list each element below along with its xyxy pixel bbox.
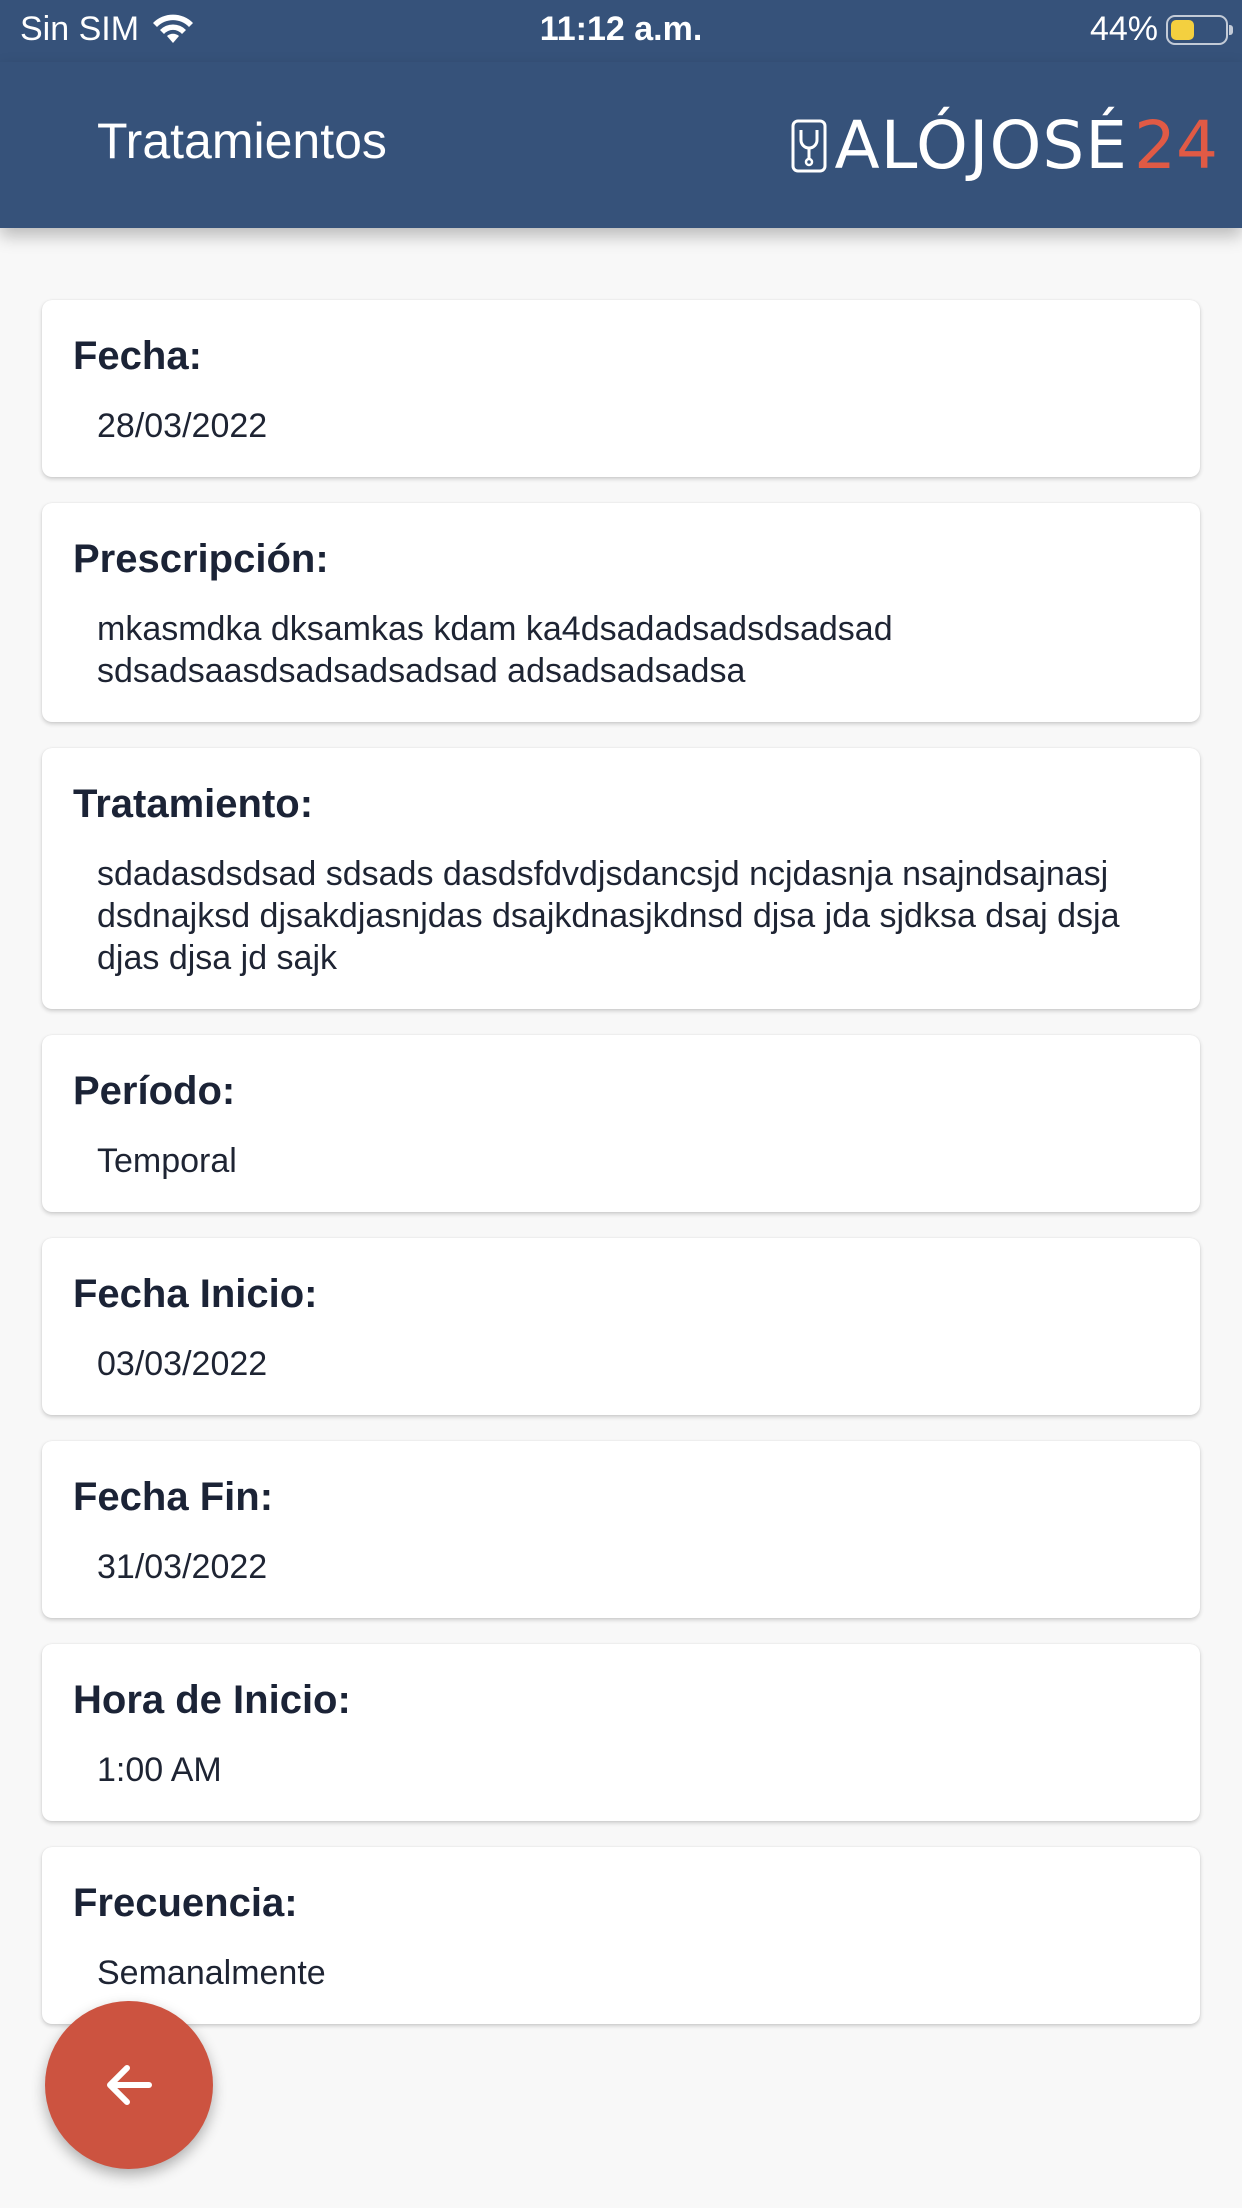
date-card: Fecha: 28/03/2022: [42, 300, 1200, 477]
battery-icon: [1166, 14, 1233, 45]
arrow-left-icon: [107, 2065, 152, 2105]
start-date-label: Fecha Inicio:: [73, 1272, 318, 1316]
battery-status: 44%: [1089, 10, 1233, 49]
end-date-value: 31/03/2022: [97, 1548, 268, 1586]
treatment-card: Tratamiento: sdadasdsdsad sdsads dasdsfd…: [42, 748, 1200, 1009]
prescription-card: Prescripción: mkasmdka dksamkas kdam ka4…: [42, 503, 1200, 722]
end-date-label: Fecha Fin:: [73, 1475, 274, 1519]
frequency-card: Frecuencia: Semanalmente: [42, 1847, 1200, 2024]
prescription-value: mkasmdka dksamkas kdam ka4dsadadsadsdsad…: [97, 610, 893, 690]
logo-number: 24: [1134, 107, 1218, 184]
date-label: Fecha:: [73, 334, 202, 378]
end-date-card: Fecha Fin: 31/03/2022: [42, 1441, 1200, 1618]
battery-percent: 44%: [1089, 10, 1158, 48]
start-time-value: 1:00 AM: [97, 1751, 222, 1789]
start-date-value: 03/03/2022: [97, 1345, 268, 1383]
stethoscope-phone-icon: [791, 119, 827, 172]
frequency-value: Semanalmente: [97, 1954, 326, 1992]
period-value: Temporal: [97, 1142, 237, 1180]
back-button[interactable]: [45, 2001, 213, 2169]
treatment-label: Tratamiento:: [73, 782, 314, 826]
period-card: Período: Temporal: [42, 1035, 1200, 1212]
frequency-label: Frecuencia:: [73, 1881, 298, 1925]
treatment-details: Fecha: 28/03/2022 Prescripción: mkasmdka…: [42, 300, 1200, 2050]
battery-fill: [1171, 19, 1194, 40]
date-value: 28/03/2022: [97, 407, 268, 445]
start-time-label: Hora de Inicio:: [73, 1678, 351, 1722]
app-header: Tratamientos ALÓJOSÉ 24: [0, 62, 1242, 228]
start-time-card: Hora de Inicio: 1:00 AM: [42, 1644, 1200, 1821]
treatment-value: sdadasdsdsad sdsads dasdsfdvdjsdancsjd n…: [97, 855, 1120, 977]
clock: 11:12 a.m.: [539, 10, 703, 48]
status-bar: Sin SIM 11:12 a.m. 44%: [0, 0, 1242, 62]
brand-logo: ALÓJOSÉ 24: [790, 107, 1218, 184]
page-title: Tratamientos: [97, 113, 387, 169]
start-date-card: Fecha Inicio: 03/03/2022: [42, 1238, 1200, 1415]
logo-word: ALÓJOSÉ: [834, 107, 1129, 184]
period-label: Período:: [73, 1069, 236, 1113]
prescription-label: Prescripción:: [73, 537, 329, 581]
